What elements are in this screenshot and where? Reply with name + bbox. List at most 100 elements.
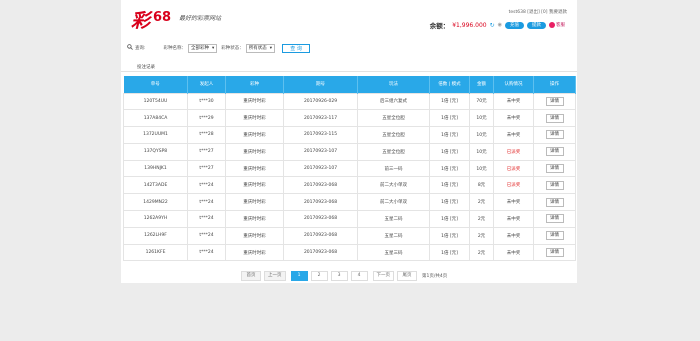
site-slogan: 最好的彩票网站 xyxy=(179,15,222,22)
chevron-down-icon: ▾ xyxy=(269,45,273,51)
page-number-button[interactable]: 4 xyxy=(350,271,368,281)
table-cell: 142T3ADE xyxy=(123,176,188,195)
detail-button[interactable]: 详情 xyxy=(545,180,564,190)
table-cell: 重庆时时彩 xyxy=(225,176,284,195)
query-button[interactable]: 查 询 xyxy=(282,43,311,53)
table-cell: 8元 xyxy=(469,176,494,195)
table-cell: 重庆时时彩 xyxy=(225,109,284,128)
table-cell: 20170923-068 xyxy=(283,210,358,228)
detail-button[interactable]: 详情 xyxy=(545,231,564,241)
table-cell: 已派奖 xyxy=(493,142,534,161)
table-cell: 已派奖 xyxy=(493,176,534,195)
detail-button[interactable]: 详情 xyxy=(545,113,564,123)
section-title: 投注记录 xyxy=(137,65,155,70)
first-page-button[interactable]: 首页 xyxy=(241,271,261,281)
column-header: 金额 xyxy=(469,76,494,93)
table-cell: t***29 xyxy=(187,109,226,128)
table-cell: 重庆时时彩 xyxy=(225,92,284,111)
column-header: 操作 xyxy=(533,76,576,93)
table-cell: 10元 xyxy=(469,109,494,128)
action-cell: 详情 xyxy=(533,92,576,111)
detail-button[interactable]: 详情 xyxy=(545,130,564,140)
table-cell: 后三组六复式 xyxy=(357,92,430,111)
table-cell: 20170923-115 xyxy=(283,126,358,144)
table-cell: 10元 xyxy=(469,142,494,161)
lottery-select[interactable]: 全部彩种 ▾ xyxy=(188,43,218,53)
table-row: 142T3ADE t***24 重庆时时彩 20170923-068 前二大小单双 1倍 … xyxy=(123,176,576,195)
last-page-button[interactable]: 尾页 xyxy=(397,271,417,281)
prev-page-button[interactable]: 上一页 xyxy=(264,271,286,281)
balance-label: 余额： xyxy=(429,22,450,30)
detail-button[interactable]: 详情 xyxy=(545,164,564,174)
table-cell: 未中奖 xyxy=(493,126,534,144)
recharge-button[interactable]: 充值 xyxy=(505,21,524,29)
table-cell: 1倍 [元] xyxy=(429,109,470,128)
table-cell: 120T54UU xyxy=(123,92,188,111)
table-row: 1372UUM1 t***28 重庆时时彩 20170923-115 五星全位胆 1倍 [… xyxy=(123,126,576,144)
main-panel: 彩 68 最好的彩票网站 test638 [退出] [0] 我要退款 余额： ¥… xyxy=(121,0,577,283)
table-cell: 137A84CA xyxy=(123,109,188,128)
lottery-select-value: 全部彩种 xyxy=(191,46,210,51)
table-cell: t***24 xyxy=(187,176,226,195)
search-icon xyxy=(127,44,133,52)
withdraw-button[interactable]: 提款 xyxy=(527,21,546,29)
table-cell: 20170923-068 xyxy=(283,176,358,195)
service-icon xyxy=(549,22,555,28)
table-cell: 前二大小单双 xyxy=(357,176,430,195)
table-cell: 重庆时时彩 xyxy=(225,210,284,228)
table-cell: 20170926-029 xyxy=(283,92,358,111)
table-cell: 2元 xyxy=(469,243,494,262)
table-cell: 重庆时时彩 xyxy=(225,159,284,178)
table-cell: 已派奖 xyxy=(493,159,534,178)
table-cell: 1倍 [元] xyxy=(429,159,470,178)
logo-char[interactable]: 彩 xyxy=(131,6,150,33)
next-page-button[interactable]: 下一页 xyxy=(372,271,394,281)
table-cell: 2元 xyxy=(469,210,494,228)
table-cell: 未中奖 xyxy=(493,226,534,245)
table-cell: 重庆时时彩 xyxy=(225,193,284,212)
chevron-down-icon: ▾ xyxy=(212,45,215,51)
table-cell: 70元 xyxy=(469,92,494,111)
table-cell: t***30 xyxy=(187,92,226,111)
logo-number[interactable]: 68 xyxy=(153,10,171,25)
user-info-line[interactable]: test638 [退出] [0] 我要退款 xyxy=(509,9,567,15)
table-row: 1262A9YH t***24 重庆时时彩 20170923-068 五星二码 1倍 [元… xyxy=(123,210,576,228)
table-row: 139HNJK1 t***27 重庆时时彩 20170923-107 前三一码 1倍 [元… xyxy=(123,159,576,178)
eye-icon[interactable]: ◉ xyxy=(498,22,502,28)
action-cell: 详情 xyxy=(533,176,576,195)
page-number-button[interactable]: 2 xyxy=(310,271,328,281)
table-cell: 1倍 [元] xyxy=(429,243,470,262)
detail-button[interactable]: 详情 xyxy=(545,96,564,106)
table-cell: 2元 xyxy=(469,193,494,212)
table-cell: t***24 xyxy=(187,243,226,262)
customer-service-link[interactable]: 客服 xyxy=(549,22,565,28)
table-cell: 1262A9YH xyxy=(123,210,188,228)
table-cell: 10元 xyxy=(469,126,494,144)
lottery-label: 彩种名称： xyxy=(163,46,187,51)
detail-button[interactable]: 详情 xyxy=(545,248,564,258)
table-cell: t***27 xyxy=(187,159,226,178)
refresh-icon[interactable]: ↻ xyxy=(490,22,495,29)
table-cell: 前三一码 xyxy=(357,159,430,178)
table-cell: t***28 xyxy=(187,126,226,144)
table-cell: 10元 xyxy=(469,159,494,178)
detail-button[interactable]: 详情 xyxy=(545,197,564,207)
page-number-button[interactable]: 3 xyxy=(330,271,348,281)
table-cell: 未中奖 xyxy=(493,109,534,128)
table-cell: t***27 xyxy=(187,142,226,161)
table-cell: 20170923-107 xyxy=(283,142,358,161)
table-cell: 1倍 [元] xyxy=(429,193,470,212)
action-cell: 详情 xyxy=(533,159,576,178)
status-select[interactable]: 所有状态 ▾ xyxy=(245,43,276,53)
status-label: 彩种状态： xyxy=(221,46,244,51)
service-label: 客服 xyxy=(556,23,565,28)
pagination: 首页 上一页 1234 下一页 尾页 第1页/共4页 xyxy=(241,271,447,281)
balance-bar: 余额： ¥1,996.000 ↻ ◉ 充值 提款 客服 xyxy=(430,20,565,30)
detail-button[interactable]: 详情 xyxy=(545,147,564,157)
table-cell: 未中奖 xyxy=(493,92,534,111)
table-cell: 五星二码 xyxy=(357,210,430,228)
table-row: 137QYSP8 t***27 重庆时时彩 20170923-107 五星全位胆 1倍 [… xyxy=(123,142,576,161)
page-number-button[interactable]: 1 xyxy=(290,271,308,281)
detail-button[interactable]: 详情 xyxy=(545,214,564,224)
table-cell: 137QYSP8 xyxy=(123,142,188,161)
